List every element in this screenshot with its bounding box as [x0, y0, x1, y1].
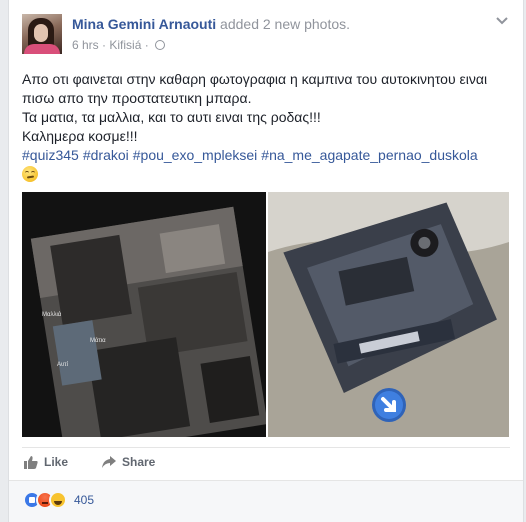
photo-label: Αυτί	[57, 362, 69, 368]
haha-reaction-icon	[49, 491, 67, 509]
post-text-line: Καλημερα κοσμε!!!	[22, 128, 138, 144]
hashtag-link[interactable]: #pou_exo_mpleksei	[133, 147, 258, 163]
photo-annotated-closeup[interactable]: Μαλλιά Μάτια Αυτί	[22, 192, 266, 437]
divider	[22, 447, 510, 448]
post-action-text: added 2 new photos.	[216, 16, 351, 32]
photo-label: Μάτια	[90, 337, 106, 344]
rolling-eyes-emoji-icon	[22, 166, 38, 182]
share-button[interactable]: Share	[102, 455, 155, 469]
post-heading: Mina Gemini Arnaouti added 2 new photos.	[72, 16, 350, 32]
share-arrow-icon	[102, 456, 116, 468]
location-link[interactable]: Kifisiá	[109, 38, 141, 52]
reactions-bar: 405	[9, 480, 523, 522]
hashtag-link[interactable]: #na_me_agapate_pernao_duskola	[261, 147, 477, 163]
post-header: Mina Gemini Arnaouti added 2 new photos.…	[22, 14, 513, 58]
hashtag-row: #quiz345 #drakoi #pou_exo_mpleksei #na_me_a…	[22, 146, 509, 165]
photo-grid: Μαλλιά Μάτια Αυτί	[22, 192, 509, 437]
post-body: Απο οτι φαινεται στην καθαρη φωτογραφια …	[22, 70, 509, 184]
thumbs-up-icon	[24, 456, 38, 469]
like-label: Like	[44, 455, 69, 469]
globe-icon	[155, 40, 166, 50]
like-button[interactable]: Like	[24, 455, 68, 469]
share-label: Share	[122, 455, 156, 469]
post-meta: 6 hrs · Kifisiá ·	[72, 38, 166, 52]
author-name-link[interactable]: Mina Gemini Arnaouti	[72, 16, 216, 32]
post-text-line: πισω απο την προστατευτικη μπαρα.	[22, 90, 252, 106]
hashtag-link[interactable]: #quiz345	[22, 147, 79, 163]
photo-overturned-car[interactable]	[268, 192, 509, 437]
post-card: Mina Gemini Arnaouti added 2 new photos.…	[8, 0, 524, 522]
chevron-down-icon[interactable]	[495, 16, 509, 26]
reaction-count[interactable]: 405	[74, 493, 94, 507]
avatar[interactable]	[22, 14, 62, 54]
reactions-summary[interactable]: 405	[23, 491, 94, 509]
post-text-line: Τα ματια, τα μαλλια, και το αυτι ειναι τ…	[22, 109, 321, 125]
photo-label: Μαλλιά	[42, 311, 62, 318]
post-text-line: Απο οτι φαινεται στην καθαρη φωτογραφια …	[22, 71, 488, 87]
hashtag-link[interactable]: #drakoi	[83, 147, 129, 163]
timestamp-link[interactable]: 6 hrs	[72, 38, 99, 52]
